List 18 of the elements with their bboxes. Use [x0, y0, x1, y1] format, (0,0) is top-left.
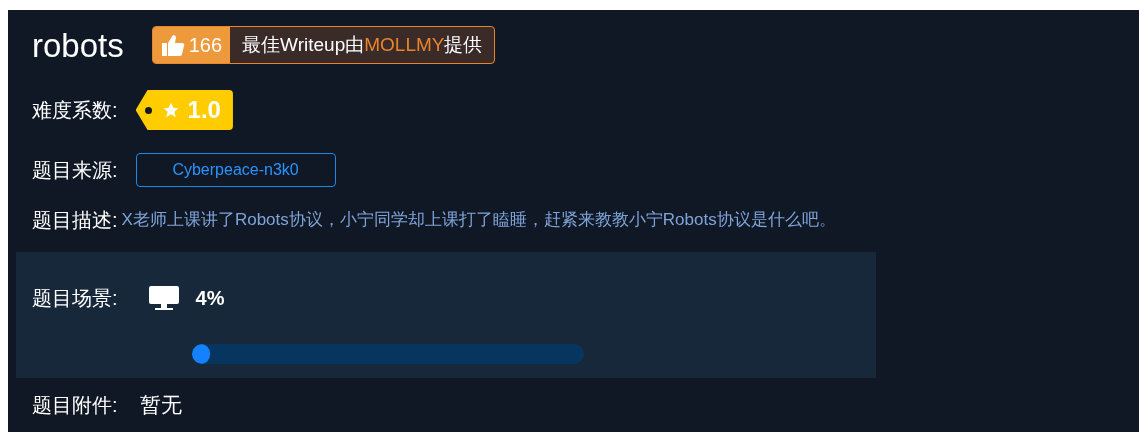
tag-hole-icon — [144, 107, 152, 114]
source-tag[interactable]: Cyberpeace-n3k0 — [135, 153, 336, 187]
challenge-title: robots — [32, 28, 124, 62]
difficulty-label: 难度系数: — [32, 98, 118, 123]
writeup-credit: 最佳Writeup由MOLLMY提供 — [241, 32, 484, 57]
like-count: 166 — [188, 33, 223, 58]
difficulty-value: 1.0 — [187, 95, 221, 125]
scene-label: 题目场景: — [32, 286, 118, 311]
attachment-value: 暂无 — [139, 392, 182, 419]
monitor-icon — [147, 285, 180, 311]
source-label: 题目来源: — [32, 158, 118, 183]
thumbs-up-icon — [160, 34, 185, 56]
description-text: X老师上课讲了Robots协议，小宁同学却上课打了瞌睡，赶紧来教教小宁Robots协议是什么吧。 — [121, 209, 836, 232]
star-icon — [161, 101, 180, 119]
writeup-badge[interactable]: 166 最佳Writeup由MOLLMY提供 — [151, 26, 496, 64]
description-label: 题目描述: — [32, 208, 118, 233]
attachment-label: 题目附件: — [32, 393, 118, 418]
scene-percent: 4% — [195, 286, 225, 311]
